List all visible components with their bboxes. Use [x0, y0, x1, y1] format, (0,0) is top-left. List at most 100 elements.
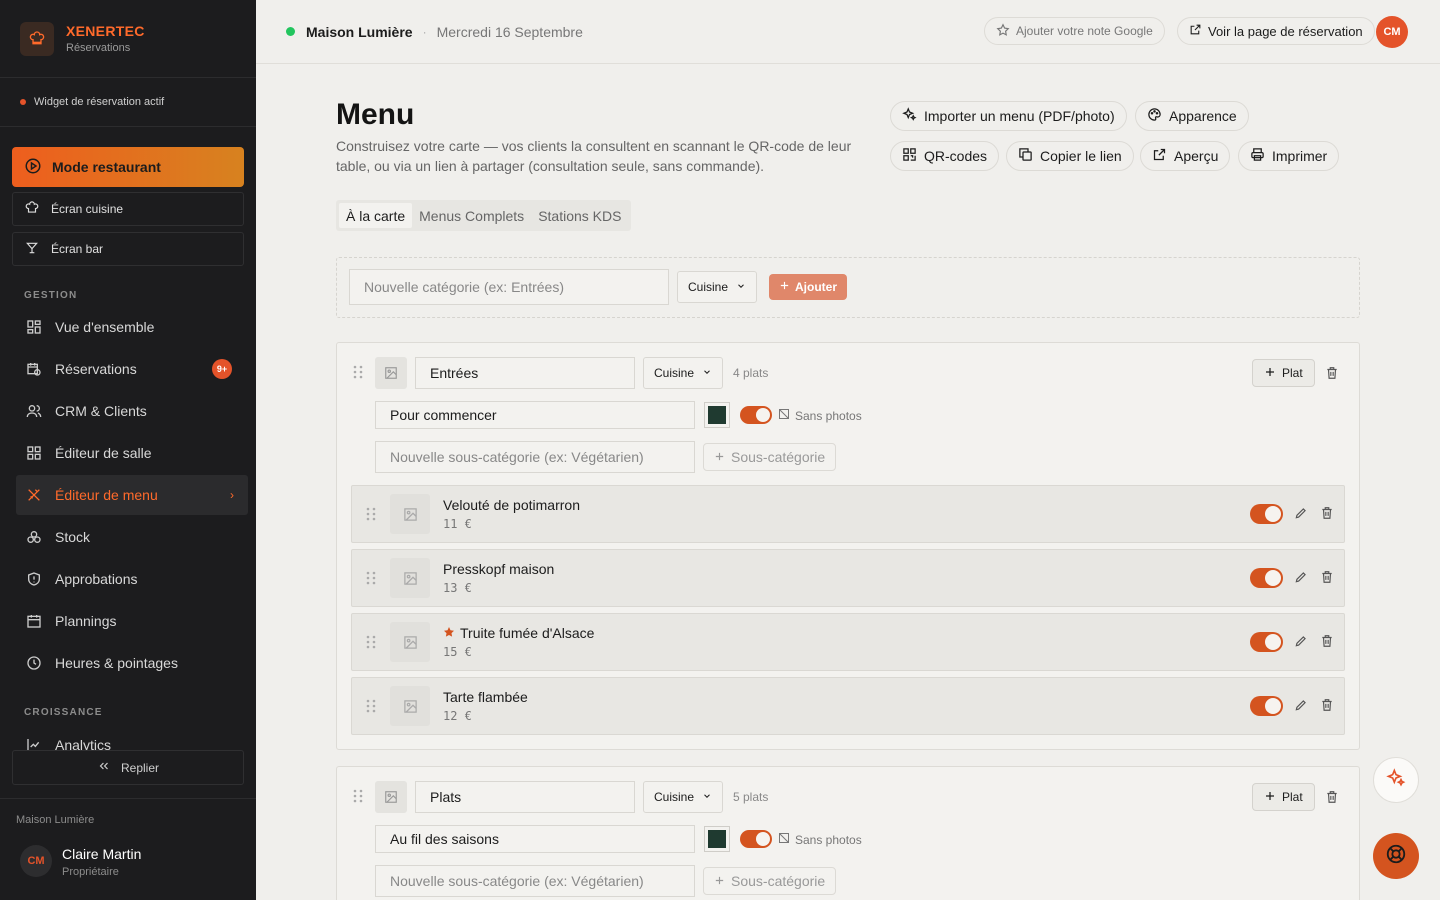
copy-link-button[interactable]: Copier le lien — [1006, 141, 1134, 171]
subcategory-input[interactable]: Nouvelle sous-catégorie (ex: Végétarien) — [375, 441, 695, 473]
sidebar-item-overview[interactable]: Vue d'ensemble — [16, 307, 248, 347]
image-placeholder-icon[interactable] — [390, 622, 430, 662]
dish-name: Truite fumée d'Alsace — [443, 625, 594, 641]
trash-icon[interactable] — [1319, 633, 1335, 649]
sidebar-item-reservations[interactable]: Réservations 9+ — [16, 349, 248, 389]
dish-count: 4 plats — [733, 366, 769, 380]
list-item[interactable]: Tarte flambée 12 € — [351, 677, 1345, 735]
bar-screen-button[interactable]: Écran bar — [12, 232, 244, 266]
trash-icon[interactable] — [1324, 789, 1340, 805]
avatar: CM — [20, 845, 52, 877]
kitchen-screen-button[interactable]: Écran cuisine — [12, 192, 244, 226]
help-button[interactable] — [1373, 833, 1419, 879]
station-select[interactable]: Cuisine — [677, 271, 758, 303]
sparkles-icon — [902, 107, 917, 125]
category-card-plats: Plats Cuisine 5 plats Plat Au fil des sa… — [336, 766, 1360, 900]
sidebar-item-stock[interactable]: Stock — [16, 517, 248, 557]
new-category-input[interactable]: Nouvelle catégorie (ex: Entrées) — [349, 269, 669, 305]
users-icon — [25, 403, 43, 419]
grid-icon — [25, 319, 43, 335]
add-subcategory-button[interactable]: Sous-catégorie — [703, 867, 837, 895]
pencil-icon[interactable] — [1293, 505, 1309, 521]
shield-icon — [25, 571, 43, 587]
station-select[interactable]: Cuisine — [643, 781, 724, 813]
dish-name: Tarte flambée — [443, 689, 528, 705]
category-subtitle-input[interactable]: Pour commencer — [375, 401, 695, 429]
drag-handle-icon[interactable] — [353, 789, 363, 808]
add-dish-button[interactable]: Plat — [1252, 783, 1315, 811]
trash-icon[interactable] — [1319, 505, 1335, 521]
sidebar: XENERTEC Réservations Widget de réservat… — [0, 0, 256, 900]
section-label-croissance: CROISSANCE — [24, 707, 103, 718]
list-item[interactable]: Velouté de potimarron 11 € — [351, 485, 1345, 543]
pencil-icon[interactable] — [1293, 569, 1309, 585]
dish-availability-toggle[interactable] — [1250, 568, 1283, 588]
plus-icon — [779, 280, 790, 294]
sidebar-item-hours[interactable]: Heures & pointages — [16, 643, 248, 683]
drag-handle-icon[interactable] — [366, 507, 376, 526]
image-placeholder-icon[interactable] — [375, 357, 407, 389]
station-select[interactable]: Cuisine — [643, 357, 724, 389]
external-link-icon — [1152, 147, 1167, 165]
image-placeholder-icon[interactable] — [390, 558, 430, 598]
dish-availability-toggle[interactable] — [1250, 696, 1283, 716]
list-item[interactable]: Presskopf maison 13 € — [351, 549, 1345, 607]
drag-handle-icon[interactable] — [366, 571, 376, 590]
subcategory-input[interactable]: Nouvelle sous-catégorie (ex: Végétarien) — [375, 865, 695, 897]
category-subtitle-input[interactable]: Au fil des saisons — [375, 825, 695, 853]
tab-menus-complets[interactable]: Menus Complets — [412, 203, 531, 228]
sidebar-item-room-editor[interactable]: Éditeur de salle — [16, 433, 248, 473]
mode-restaurant-button[interactable]: Mode restaurant — [12, 147, 244, 187]
booking-page-button[interactable]: Voir la page de réservation — [1177, 17, 1375, 45]
print-button[interactable]: Imprimer — [1238, 141, 1340, 171]
color-swatch[interactable] — [704, 826, 730, 852]
restaurant-name: Maison Lumière — [306, 23, 413, 40]
appearance-button[interactable]: Apparence — [1135, 101, 1249, 131]
trash-icon[interactable] — [1319, 569, 1335, 585]
dish-availability-toggle[interactable] — [1250, 504, 1283, 524]
current-date: Mercredi 16 Septembre — [436, 23, 583, 40]
user-profile[interactable]: Maison Lumière CM Claire Martin Propriét… — [0, 798, 256, 900]
drag-handle-icon[interactable] — [353, 365, 363, 384]
brand[interactable]: XENERTEC Réservations — [0, 0, 256, 78]
dish-price: 12 € — [443, 709, 472, 723]
sidebar-item-menu-editor[interactable]: Éditeur de menu › — [16, 475, 248, 515]
calendar-icon — [25, 613, 43, 629]
drag-handle-icon[interactable] — [366, 699, 376, 718]
tab-stations-kds[interactable]: Stations KDS — [531, 203, 628, 228]
sidebar-item-crm[interactable]: CRM & Clients — [16, 391, 248, 431]
category-name-input[interactable]: Entrées — [415, 357, 635, 389]
image-placeholder-icon[interactable] — [375, 781, 407, 813]
avatar[interactable]: CM — [1376, 16, 1408, 48]
calendar-clock-icon — [25, 361, 43, 377]
trash-icon[interactable] — [1319, 697, 1335, 713]
ai-assistant-button[interactable] — [1373, 757, 1419, 803]
sidebar-item-plannings[interactable]: Plannings — [16, 601, 248, 641]
sidebar-item-approvals[interactable]: Approbations — [16, 559, 248, 599]
pencil-icon[interactable] — [1293, 633, 1309, 649]
image-placeholder-icon[interactable] — [390, 686, 430, 726]
drag-handle-icon[interactable] — [366, 635, 376, 654]
trash-icon[interactable] — [1324, 365, 1340, 381]
collapse-sidebar-button[interactable]: Replier — [12, 750, 244, 785]
category-name-input[interactable]: Plats — [415, 781, 635, 813]
dish-availability-toggle[interactable] — [1250, 632, 1283, 652]
add-subcategory-button[interactable]: Sous-catégorie — [703, 443, 837, 471]
preview-button[interactable]: Aperçu — [1140, 141, 1231, 171]
color-swatch[interactable] — [704, 402, 730, 428]
add-dish-button[interactable]: Plat — [1252, 359, 1315, 387]
import-menu-button[interactable]: Importer un menu (PDF/photo) — [890, 101, 1127, 131]
google-rating-button[interactable]: Ajouter votre note Google — [984, 17, 1165, 45]
add-category-button[interactable]: Ajouter — [769, 274, 847, 300]
boxes-icon — [25, 529, 43, 545]
page-description: Construisez votre carte — vos clients la… — [336, 138, 852, 174]
clock-icon — [25, 655, 43, 671]
list-item[interactable]: Truite fumée d'Alsace 15 € — [351, 613, 1345, 671]
photos-toggle[interactable] — [740, 406, 772, 424]
image-placeholder-icon[interactable] — [390, 494, 430, 534]
photos-toggle[interactable] — [740, 830, 772, 848]
pencil-icon[interactable] — [1293, 697, 1309, 713]
tab-a-la-carte[interactable]: À la carte — [339, 203, 413, 228]
qr-codes-button[interactable]: QR-codes — [890, 141, 1000, 171]
cocktail-glass-icon — [25, 241, 39, 258]
